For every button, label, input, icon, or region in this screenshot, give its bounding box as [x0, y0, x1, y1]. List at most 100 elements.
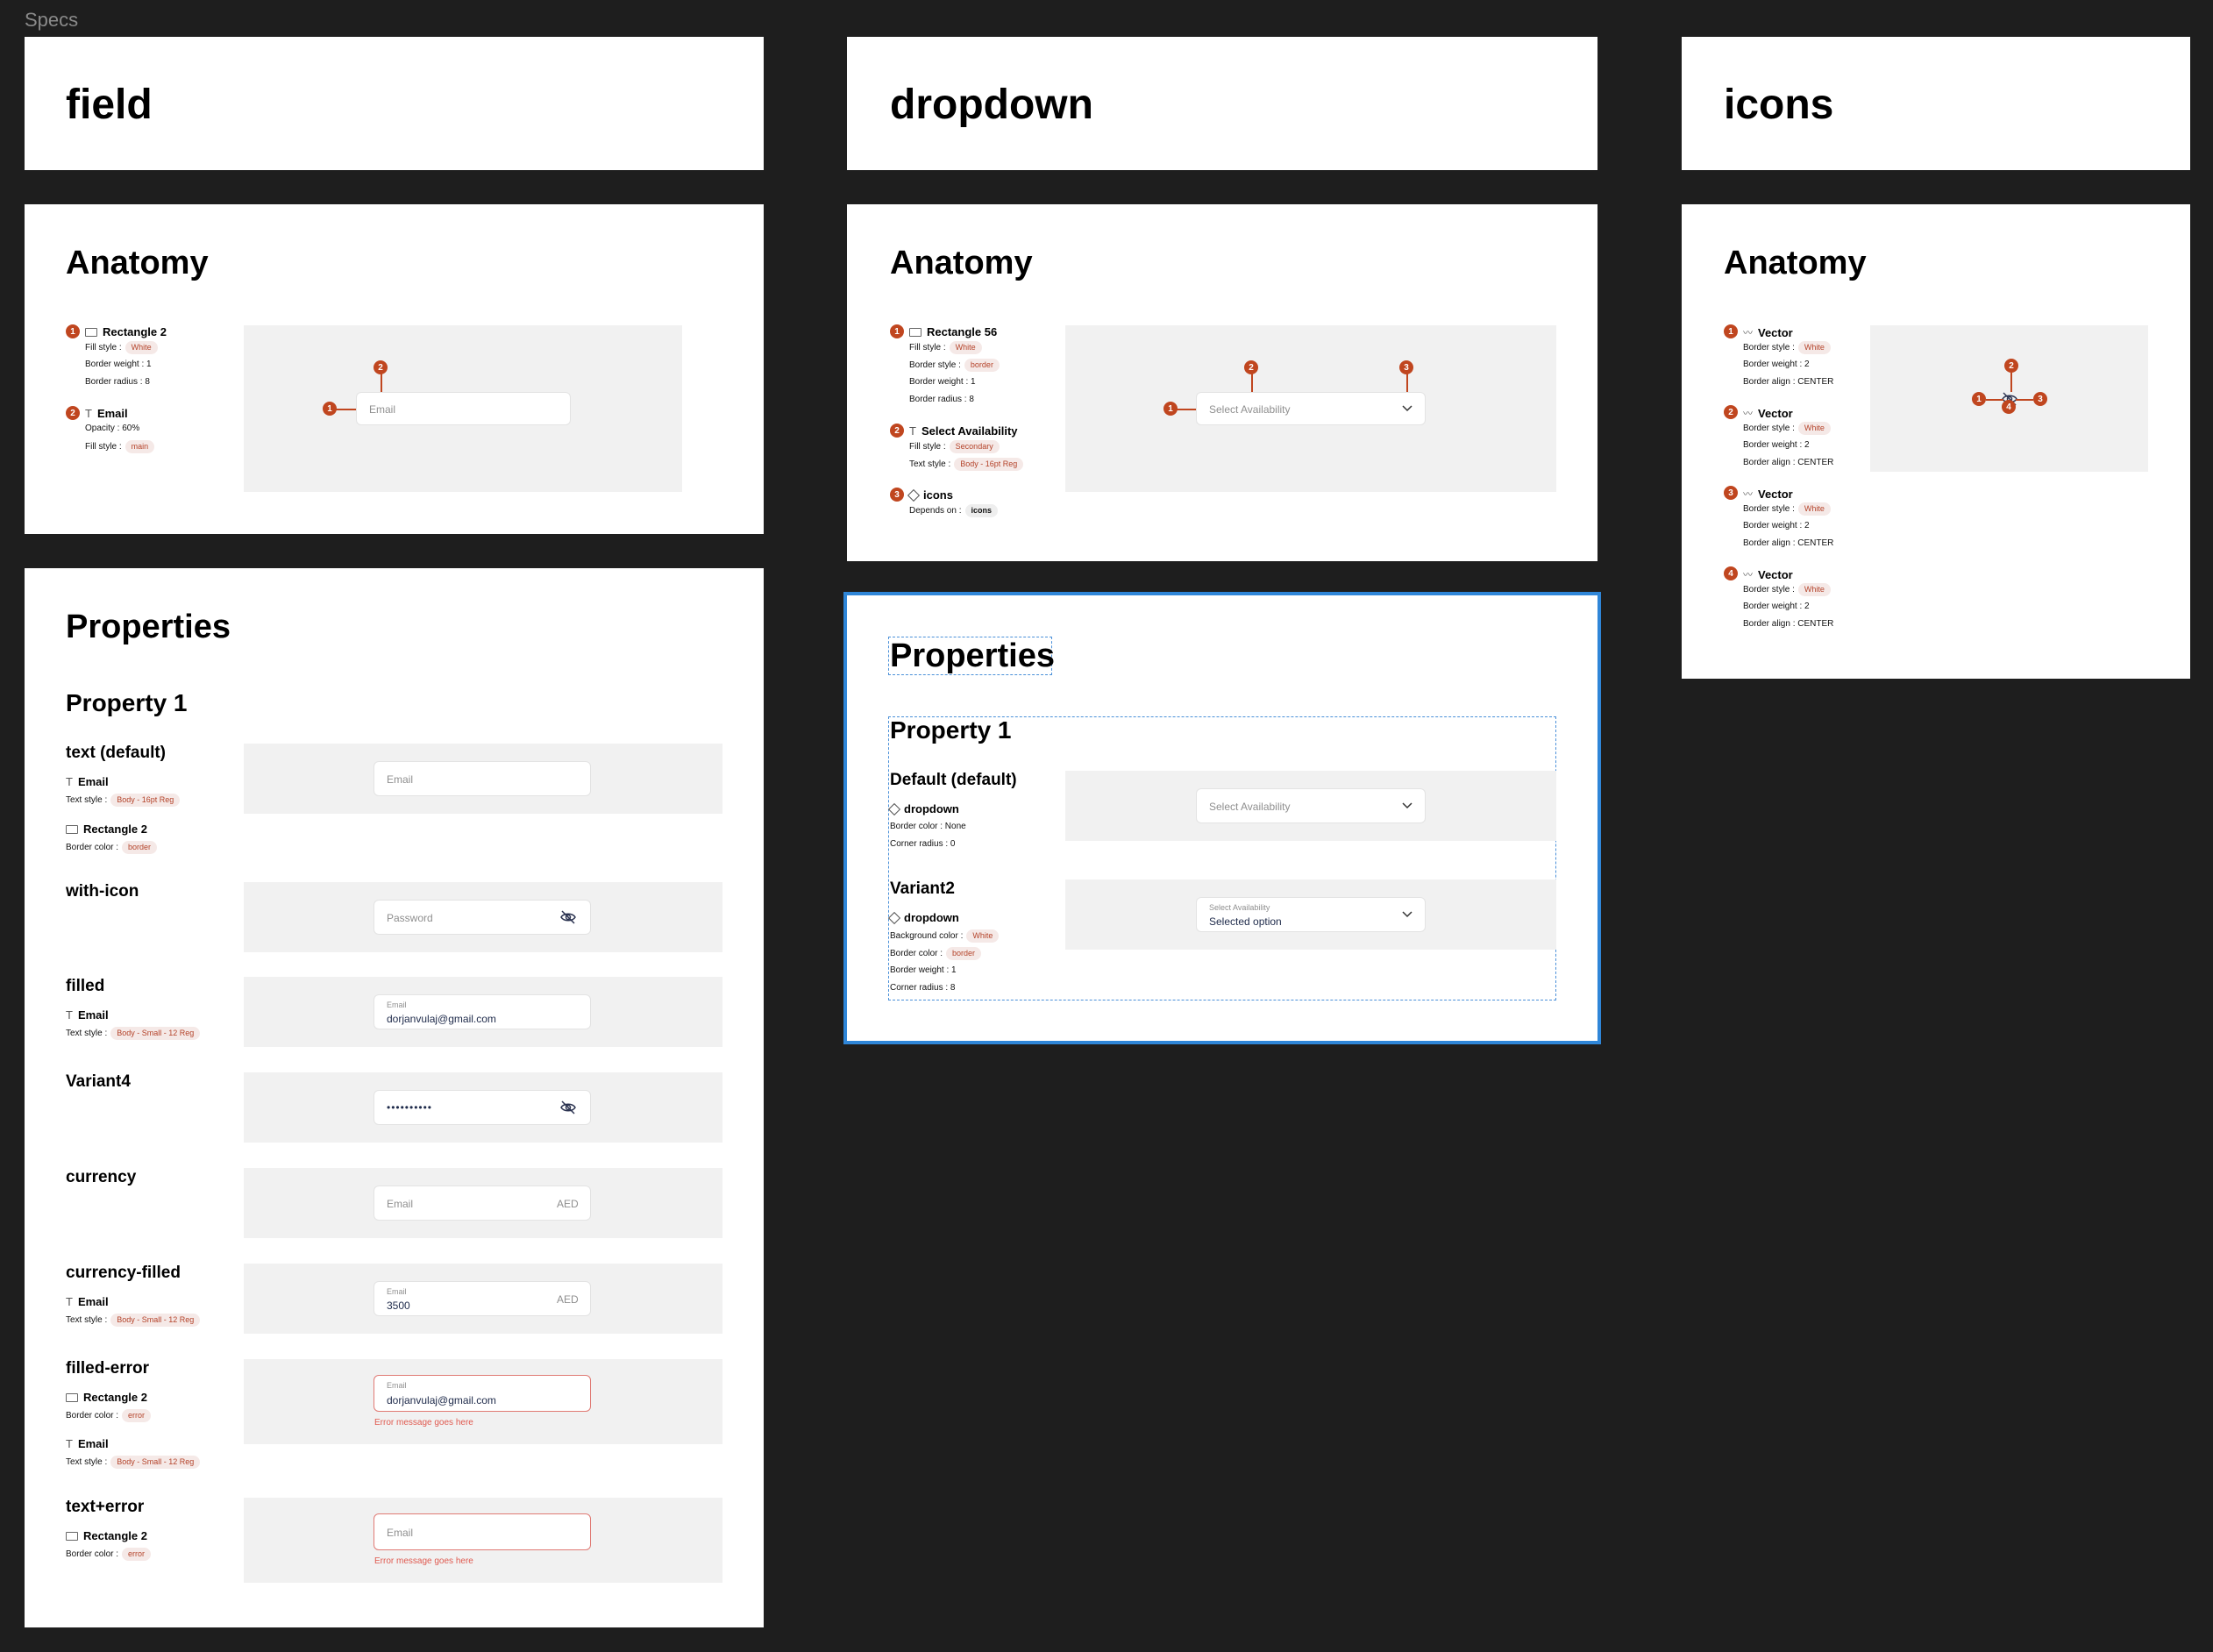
icons-title-card[interactable]: icons — [1682, 37, 2190, 170]
anatomy-marker-2: 2 — [1244, 360, 1258, 374]
dropdown-preview: Select Availability — [1196, 392, 1426, 425]
dropdown-title-card[interactable]: dropdown — [847, 37, 1597, 170]
chevron-down-icon[interactable] — [1402, 802, 1412, 809]
chevron-down-icon[interactable] — [1402, 911, 1412, 918]
dropdown-anatomy-card[interactable]: Anatomy 1 Rectangle 56 Fill style : White Bo… — [847, 204, 1597, 561]
dropdown-anatomy-preview: Select Availability 1 2 3 — [1065, 325, 1556, 492]
chevron-down-icon — [1402, 405, 1412, 412]
dropdown-anatomy-heading: Anatomy — [890, 245, 1033, 281]
variant-text-default-title: text (default) — [66, 744, 166, 762]
canvas-label: Specs — [25, 9, 79, 31]
style-chip: Body - 16pt Reg — [110, 794, 181, 807]
icons-anatomy-card[interactable]: Anatomy 1 〰 Vector Border style : White Borde… — [1682, 204, 2190, 679]
anatomy-property: Fill style : main — [85, 440, 155, 453]
style-chip: White — [1797, 341, 1831, 354]
anatomy-marker-3: 3 — [2033, 392, 2047, 406]
anatomy-number-badge: 4 — [1724, 566, 1738, 580]
anatomy-number-badge: 1 — [1724, 324, 1738, 338]
anatomy-property: Border style : White — [1743, 502, 1831, 516]
anatomy-property: Border radius : 8 — [909, 395, 974, 404]
style-chip: Secondary — [949, 440, 1000, 453]
eye-off-icon[interactable] — [560, 1100, 576, 1114]
dropdown-select-filled[interactable]: Select Availability Selected option — [1196, 897, 1426, 932]
rectangle-layer-icon — [85, 327, 97, 337]
rectangle-layer-icon — [66, 1392, 78, 1402]
email-field-preview: Email — [356, 392, 571, 425]
variant-currency-filled-title: currency-filled — [66, 1264, 181, 1282]
anatomy-layer-title: T Email — [85, 407, 128, 420]
anatomy-property: Border radius : 8 — [85, 377, 150, 387]
password-input[interactable]: Password — [374, 900, 591, 935]
variant-layer-email: T Email — [66, 775, 109, 788]
email-input[interactable]: Email — [374, 761, 591, 796]
password-input-filled[interactable]: •••••••••• — [374, 1090, 591, 1125]
eye-off-icon[interactable] — [560, 910, 576, 924]
dropdown-select[interactable]: Select Availability — [1196, 788, 1426, 823]
variant-4-preview: •••••••••• — [244, 1072, 722, 1143]
style-chip: White — [1797, 502, 1831, 516]
email-input-filled[interactable]: Email dorjanvulaj@gmail.com — [374, 994, 591, 1029]
email-input-error-filled[interactable]: Email dorjanvulaj@gmail.com — [374, 1375, 591, 1412]
anatomy-number-badge: 1 — [890, 324, 904, 338]
style-chip: error — [122, 1409, 152, 1422]
anatomy-property: Border style : White — [1743, 422, 1831, 435]
error-message: Error message goes here — [374, 1556, 473, 1566]
anatomy-number-badge: 1 — [66, 324, 80, 338]
variant-with-icon-preview: Password — [244, 882, 722, 952]
anatomy-property: Border style : border — [909, 359, 1000, 372]
dropdown-properties-card[interactable]: Properties Property 1 Default (default) … — [843, 592, 1601, 1044]
anatomy-layer-title: 〰 Vector — [1743, 406, 1793, 420]
text-layer-icon: T — [66, 1008, 73, 1022]
anatomy-property: Border weight : 1 — [909, 377, 976, 387]
field-properties-card[interactable]: Properties Property 1 text (default) T Em… — [25, 568, 764, 1627]
anatomy-property: Fill style : White — [909, 341, 982, 354]
anatomy-property: Border weight : 2 — [1743, 521, 1810, 530]
anatomy-marker-1: 1 — [1163, 402, 1178, 416]
email-input-error[interactable]: Email — [374, 1513, 591, 1550]
anatomy-property: Border weight : 2 — [1743, 440, 1810, 450]
dropdown-variant2-title: Variant2 — [890, 879, 955, 898]
anatomy-property: Fill style : White — [85, 341, 158, 354]
anatomy-property: Border weight : 1 — [85, 360, 152, 369]
currency-suffix: AED — [557, 1198, 579, 1210]
style-chip: White — [1797, 583, 1831, 596]
dropdown-variant2-preview: Select Availability Selected option — [1065, 879, 1556, 950]
field-title-card[interactable]: field — [25, 37, 764, 170]
currency-input[interactable]: Email AED — [374, 1186, 591, 1221]
text-layer-icon: T — [66, 1295, 73, 1308]
vector-layer-icon: 〰 — [1743, 489, 1753, 500]
variant-text-error-title: text+error — [66, 1498, 145, 1516]
email-placeholder: Email — [369, 403, 396, 416]
component-icon — [887, 802, 901, 815]
anatomy-marker-1: 1 — [323, 402, 337, 416]
currency-input-filled[interactable]: Email 3500 AED — [374, 1281, 591, 1316]
style-chip: error — [122, 1548, 152, 1561]
variant-text-default-preview: Email — [244, 744, 722, 814]
style-chip: border — [122, 841, 158, 854]
anatomy-marker-3: 3 — [1399, 360, 1413, 374]
variant-currency-title: currency — [66, 1168, 137, 1186]
anatomy-number-badge: 2 — [66, 406, 80, 420]
error-message: Error message goes here — [374, 1418, 473, 1428]
anatomy-layer-title: T Select Availability — [909, 424, 1018, 438]
component-icon — [887, 911, 901, 924]
anatomy-property: Border weight : 2 — [1743, 602, 1810, 611]
anatomy-number-badge: 3 — [1724, 486, 1738, 500]
variant-text-error-preview: Email Error message goes here — [244, 1498, 722, 1583]
anatomy-property: Border weight : 2 — [1743, 360, 1810, 369]
icons-anatomy-heading: Anatomy — [1724, 245, 1867, 281]
variant-currency-preview: Email AED — [244, 1168, 722, 1238]
currency-suffix: AED — [557, 1293, 579, 1306]
anatomy-layer-title: icons — [907, 488, 953, 502]
field-title: field — [66, 82, 153, 128]
anatomy-property: Border align : CENTER — [1743, 619, 1834, 629]
style-chip: Body - Small - 12 Reg — [110, 1456, 201, 1469]
vector-layer-icon: 〰 — [1743, 409, 1753, 419]
field-anatomy-preview: Email 1 2 — [244, 325, 682, 492]
rectangle-layer-icon — [66, 1531, 78, 1541]
rectangle-layer-icon — [66, 824, 78, 834]
variant-with-icon-title: with-icon — [66, 882, 139, 901]
dropdown-default-title: Default (default) — [890, 771, 1017, 789]
field-anatomy-card[interactable]: Anatomy 1 Rectangle 2 Fill style : White Bor… — [25, 204, 764, 534]
style-chip: border — [964, 359, 1000, 372]
